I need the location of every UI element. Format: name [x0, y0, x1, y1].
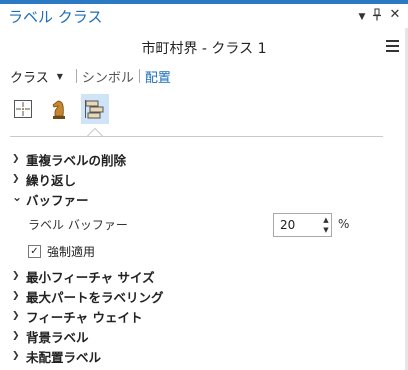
section-feature-weight[interactable]: ❯ フィーチャ ウェイト [12, 307, 142, 325]
class-dropdown-icon[interactable]: ▼ [57, 72, 63, 81]
chevron-right-icon: ❯ [12, 291, 20, 301]
chevron-right-icon: ❯ [12, 351, 20, 361]
pane-options-dropdown-icon[interactable]: ▼ [355, 10, 369, 24]
section-unplaced-labels[interactable]: ❯ 未配置ラベル [12, 347, 101, 365]
section-label: 最大パートをラベリング [26, 289, 164, 305]
label-placement-icon[interactable] [81, 94, 109, 124]
enforce-buffer-label: 強制適用 [47, 244, 96, 259]
chevron-down-icon: ⌄ [12, 190, 23, 204]
section-label-largest-part[interactable]: ❯ 最大パートをラベリング [12, 287, 164, 305]
section-buffer[interactable]: ⌄ バッファー [12, 190, 89, 208]
label-buffer-value[interactable]: 20 [280, 218, 295, 232]
pin-icon[interactable] [370, 8, 384, 24]
position-icon[interactable] [9, 94, 37, 124]
section-label: バッファー [26, 192, 89, 208]
label-buffer-unit: % [338, 217, 350, 231]
chevron-right-icon: ❯ [12, 271, 20, 281]
section-label: 重複ラベルの削除 [26, 152, 127, 168]
checkmark-icon: ✓ [30, 245, 39, 257]
spin-down-icon[interactable]: ▼ [322, 226, 330, 234]
tab-class[interactable]: クラス [10, 67, 49, 86]
enforce-buffer-checkbox[interactable]: ✓ [28, 244, 41, 258]
section-label: 最小フィーチャ サイズ [26, 269, 155, 285]
label-buffer-input[interactable]: 20 ▲ ▼ [273, 213, 332, 237]
tab-divider [138, 69, 140, 83]
section-label: フィーチャ ウェイト [26, 309, 143, 325]
tab-placement[interactable]: 配置 [145, 67, 171, 86]
tab-symbol[interactable]: シンボル [82, 67, 134, 86]
pane-title: ラベル クラス [8, 8, 103, 26]
tab-strip: クラス ▼ シンボル 配置 [10, 67, 171, 86]
section-label: 繰り返し [26, 172, 77, 188]
section-label: 背景ラベル [26, 329, 89, 345]
label-class-name: 市町村界 - クラス 1 [141, 41, 267, 57]
placement-subtab-icons [9, 94, 117, 126]
section-repeat[interactable]: ❯ 繰り返し [12, 170, 76, 188]
tab-divider [75, 69, 77, 83]
section-background-label[interactable]: ❯ 背景ラベル [12, 327, 89, 345]
chevron-right-icon: ❯ [12, 311, 20, 321]
chevron-right-icon: ❯ [12, 174, 20, 184]
section-minimum-feature-size[interactable]: ❯ 最小フィーチャ サイズ [12, 267, 155, 285]
menu-icon[interactable] [386, 40, 399, 52]
spin-up-icon[interactable]: ▲ [322, 216, 330, 224]
pane-titlebar: ラベル クラス ▼ ✕ [0, 4, 408, 28]
chevron-right-icon: ❯ [12, 331, 20, 341]
label-buffer-label: ラベル バッファー [28, 218, 128, 232]
chess-knight-icon[interactable] [45, 94, 73, 124]
section-label: 未配置ラベル [26, 349, 102, 365]
section-divider [10, 136, 383, 137]
chevron-right-icon: ❯ [12, 154, 20, 164]
close-icon[interactable]: ✕ [388, 8, 402, 22]
section-remove-duplicate-labels[interactable]: ❯ 重複ラベルの削除 [12, 150, 126, 168]
enforce-buffer-row[interactable]: ✓ 強制適用 [28, 243, 95, 259]
